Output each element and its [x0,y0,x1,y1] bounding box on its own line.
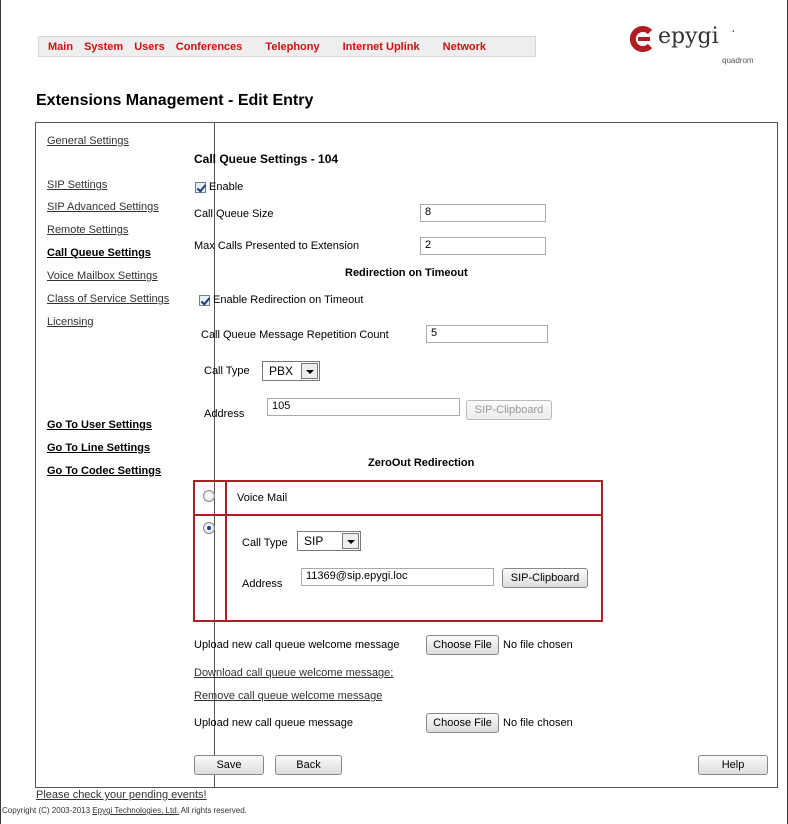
repetition-input[interactable]: 5 [426,325,548,343]
top-nav: Main System Users Conferences Telephony … [38,36,536,57]
max-calls-label: Max Calls Presented to Extension [194,240,360,252]
enable-checkbox[interactable] [195,182,206,193]
nav-conferences[interactable]: Conferences [176,41,243,53]
choose-file-message-button[interactable]: Choose File [426,713,499,733]
zero-call-type-value: SIP [304,534,324,548]
zeroout-box-divider-h [193,514,603,516]
upload-message-label: Upload new call queue message [194,717,353,729]
chevron-down-icon[interactable] [301,363,318,379]
redirection-heading: Redirection on Timeout [345,267,468,279]
no-file-message-label: No file chosen [503,717,573,729]
zero-call-type-select[interactable]: SIP [297,531,361,551]
remove-welcome-link[interactable]: Remove call queue welcome message [194,690,382,702]
sidebar-divider [214,123,215,787]
epygi-logo: epygi · quadrom [628,22,768,65]
nav-telephony[interactable]: Telephony [265,41,319,53]
goto-line-settings[interactable]: Go To Line Settings [47,442,150,454]
download-welcome-link[interactable]: Download call queue welcome message; [194,667,393,679]
logo-dot-icon: · [731,22,736,38]
queue-size-input[interactable]: 8 [420,204,546,222]
section-title: Call Queue Settings - 104 [194,152,339,166]
back-button[interactable]: Back [275,755,342,775]
sidebar-item-remote-settings[interactable]: Remote Settings [47,224,128,236]
max-calls-input[interactable]: 2 [420,237,546,255]
nav-internet-uplink[interactable]: Internet Uplink [343,41,420,53]
repetition-label: Call Queue Message Repetition Count [201,329,389,341]
zeroout-box-divider-v [225,480,227,622]
sidebar-item-sip-settings[interactable]: SIP Settings [47,179,107,191]
voicemail-label: Voice Mail [237,492,288,504]
enable-redirection-label: Enable Redirection on Timeout [213,294,364,306]
address-label: Address [204,408,245,420]
save-button[interactable]: Save [194,755,264,775]
sip-redirect-radio[interactable] [203,522,215,534]
chevron-down-icon[interactable] [342,533,359,549]
copyright-text-pre: Copyright (C) 2003-2013 [2,806,91,815]
logo-wordmark: epygi [658,24,719,49]
copyright-company-link[interactable]: Epygi Technologies, Ltd. [92,806,179,815]
no-file-welcome-label: No file chosen [503,639,573,651]
sidebar-item-general-settings[interactable]: General Settings [47,135,129,147]
zeroout-heading: ZeroOut Redirection [368,457,475,469]
nav-network[interactable]: Network [443,41,486,53]
nav-main[interactable]: Main [48,41,73,53]
pending-events-link[interactable]: Please check your pending events! [36,789,207,801]
enable-label: Enable [209,181,244,193]
zero-call-type-label: Call Type [242,537,288,549]
goto-codec-settings[interactable]: Go To Codec Settings [47,465,161,477]
nav-system[interactable]: System [84,41,123,53]
sidebar-item-voice-mailbox-settings[interactable]: Voice Mailbox Settings [47,270,158,282]
queue-size-label: Call Queue Size [194,208,274,220]
sidebar-item-class-of-service-settings[interactable]: Class of Service Settings [47,293,169,305]
zero-address-label: Address [242,578,283,590]
logo-subtitle: quadrom [722,56,754,65]
choose-file-welcome-button[interactable]: Choose File [426,635,499,655]
main-panel: General Settings SIP Settings SIP Advanc… [35,122,778,788]
voicemail-radio[interactable] [203,490,215,502]
call-type-value: PBX [269,364,294,378]
logo-mark-icon [629,26,653,52]
sidebar-item-licensing[interactable]: Licensing [47,316,93,328]
sidebar-item-call-queue-settings[interactable]: Call Queue Settings [47,247,151,259]
goto-user-settings[interactable]: Go To User Settings [47,419,152,431]
sip-clipboard-button[interactable]: SIP-Clipboard [466,400,552,420]
upload-welcome-label: Upload new call queue welcome message [194,639,400,651]
nav-users[interactable]: Users [134,41,165,53]
copyright: Copyright (C) 2003-2013 Epygi Technologi… [2,806,247,815]
sidebar-item-sip-advanced-settings[interactable]: SIP Advanced Settings [47,201,159,213]
enable-redirection-checkbox[interactable] [199,295,210,306]
address-input[interactable]: 105 [267,398,460,416]
call-type-select[interactable]: PBX [262,361,320,381]
copyright-text-post: All rights reserved. [180,806,247,815]
call-type-label: Call Type [204,365,250,377]
zero-sip-clipboard-button[interactable]: SIP-Clipboard [502,568,588,588]
help-button[interactable]: Help [698,755,768,775]
zero-address-input[interactable]: 11369@sip.epygi.loc [301,568,494,586]
page-title: Extensions Management - Edit Entry [36,92,314,109]
